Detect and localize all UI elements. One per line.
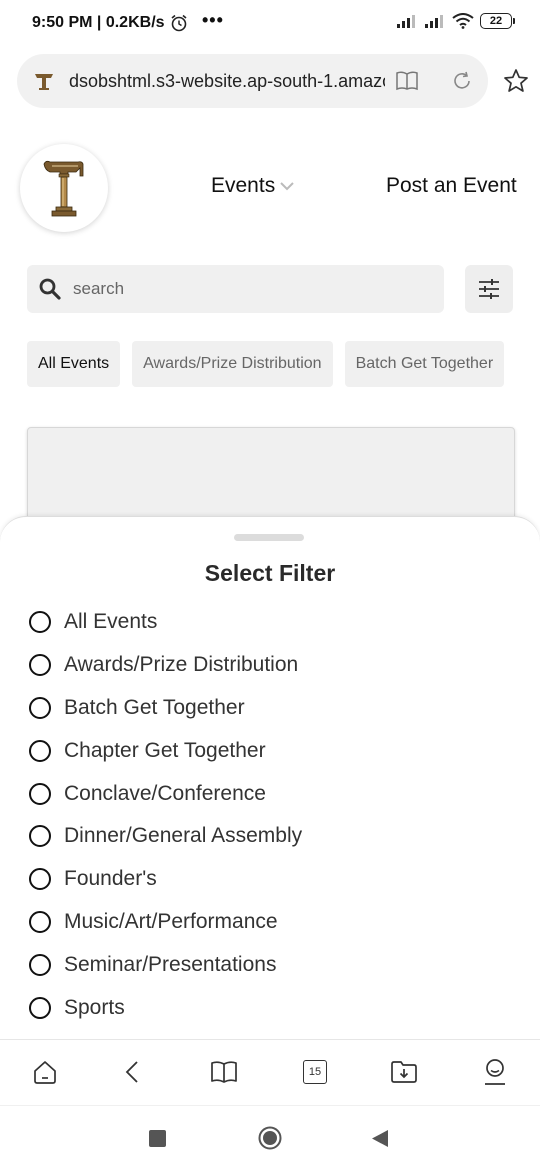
home-icon [34,1061,56,1084]
profile-button[interactable] [480,1057,510,1087]
profile-icon [485,1059,505,1085]
back-icon [125,1061,138,1083]
radio-button[interactable] [29,868,51,891]
filter-option-label: Seminar/Presentations [64,952,277,976]
lamp-logo-icon [43,160,84,217]
radio-button[interactable] [29,739,51,762]
filter-option[interactable]: Batch Get Together [29,687,302,730]
back-button[interactable] [118,1057,148,1087]
status-bar: 9:50 PM | 0.2KB/s ••• 22 [0,0,540,48]
filter-option[interactable]: Seminar/Presentations [29,943,302,986]
filter-option-label: Conclave/Conference [64,781,266,805]
filter-option-label: Sports [64,995,125,1019]
signal-icon [425,15,443,28]
search-icon [39,278,61,300]
filter-bottom-sheet: Select Filter All Events Awards/Prize Di… [0,516,540,1057]
radio-button[interactable] [29,654,51,677]
bookmark-star-icon[interactable] [503,68,529,94]
chip-batch-get-together[interactable]: Batch Get Together [344,341,505,387]
category-chips: All Events Awards/Prize Distribution Batch… [27,341,513,387]
radio-button[interactable] [29,910,51,933]
system-back-icon[interactable] [371,1129,389,1148]
nav-events-label: Events [211,174,276,197]
filter-option[interactable]: Founder's [29,858,302,901]
sliders-icon [479,279,499,299]
filter-option-label: Batch Get Together [64,695,245,719]
downloads-icon [391,1061,417,1083]
reader-mode-icon[interactable] [395,70,419,92]
sheet-title: Select Filter [204,560,336,586]
filter-option[interactable]: Awards/Prize Distribution [29,644,302,687]
system-home-icon[interactable] [258,1126,282,1150]
nav-events-dropdown[interactable]: Events [211,174,295,198]
filter-button[interactable] [465,265,513,313]
bookmarks-button[interactable] [209,1057,239,1087]
filter-option-label: Music/Art/Performance [64,909,278,933]
filter-option[interactable]: Dinner/General Assembly [29,815,302,858]
search-bar[interactable] [27,265,444,313]
radio-button[interactable] [29,953,51,976]
site-logo[interactable] [20,144,108,232]
filter-option[interactable]: Chapter Get Together [29,729,302,772]
tabs-icon: 15 [303,1060,327,1084]
radio-button[interactable] [29,696,51,719]
nav-post-event-link[interactable]: Post an Event [386,174,517,198]
radio-button[interactable] [29,611,51,634]
tabs-button[interactable]: 15 [300,1057,330,1087]
chevron-down-icon [280,182,294,191]
home-button[interactable] [30,1057,60,1087]
address-bar[interactable]: dsobshtml.s3-website.ap-south-1.amazonaw… [17,54,488,108]
chip-awards[interactable]: Awards/Prize Distribution [132,341,333,387]
chip-all-events[interactable]: All Events [27,341,121,387]
battery-icon: 22 [480,13,515,29]
filter-option-label: Chapter Get Together [64,738,266,762]
filter-option-label: All Events [64,610,158,634]
system-navigation-bar [0,1105,540,1171]
radio-button[interactable] [29,996,51,1019]
filter-option-label: Awards/Prize Distribution [64,653,299,677]
search-input[interactable] [73,278,413,300]
radio-button[interactable] [29,825,51,848]
status-overflow-icon: ••• [202,10,224,30]
downloads-button[interactable] [389,1057,419,1087]
filter-option[interactable]: Sports [29,986,302,1029]
filter-option[interactable]: Conclave/Conference [29,772,302,815]
recent-apps-icon[interactable] [149,1130,166,1147]
browser-toolbar: 15 [0,1039,540,1106]
status-time: 9:50 PM | 0.2KB/s [32,14,165,31]
alarm-icon [171,14,187,32]
bookmarks-icon [211,1061,237,1083]
sheet-drag-handle[interactable] [234,534,304,541]
wifi-icon [452,13,474,29]
site-logo-icon [35,74,53,90]
status-right: 22 [396,13,515,29]
signal-icon [397,15,415,28]
filter-option[interactable]: All Events [29,601,302,644]
filter-option[interactable]: Music/Art/Performance [29,901,302,944]
filter-option-label: Dinner/General Assembly [64,824,303,848]
filter-options-list: All Events Awards/Prize Distribution Bat… [29,601,302,1029]
filter-option-label: Founder's [64,867,157,891]
reload-icon[interactable] [451,70,473,92]
radio-button[interactable] [29,782,51,805]
url-text[interactable]: dsobshtml.s3-website.ap-south-1.amazonaw… [69,71,385,92]
